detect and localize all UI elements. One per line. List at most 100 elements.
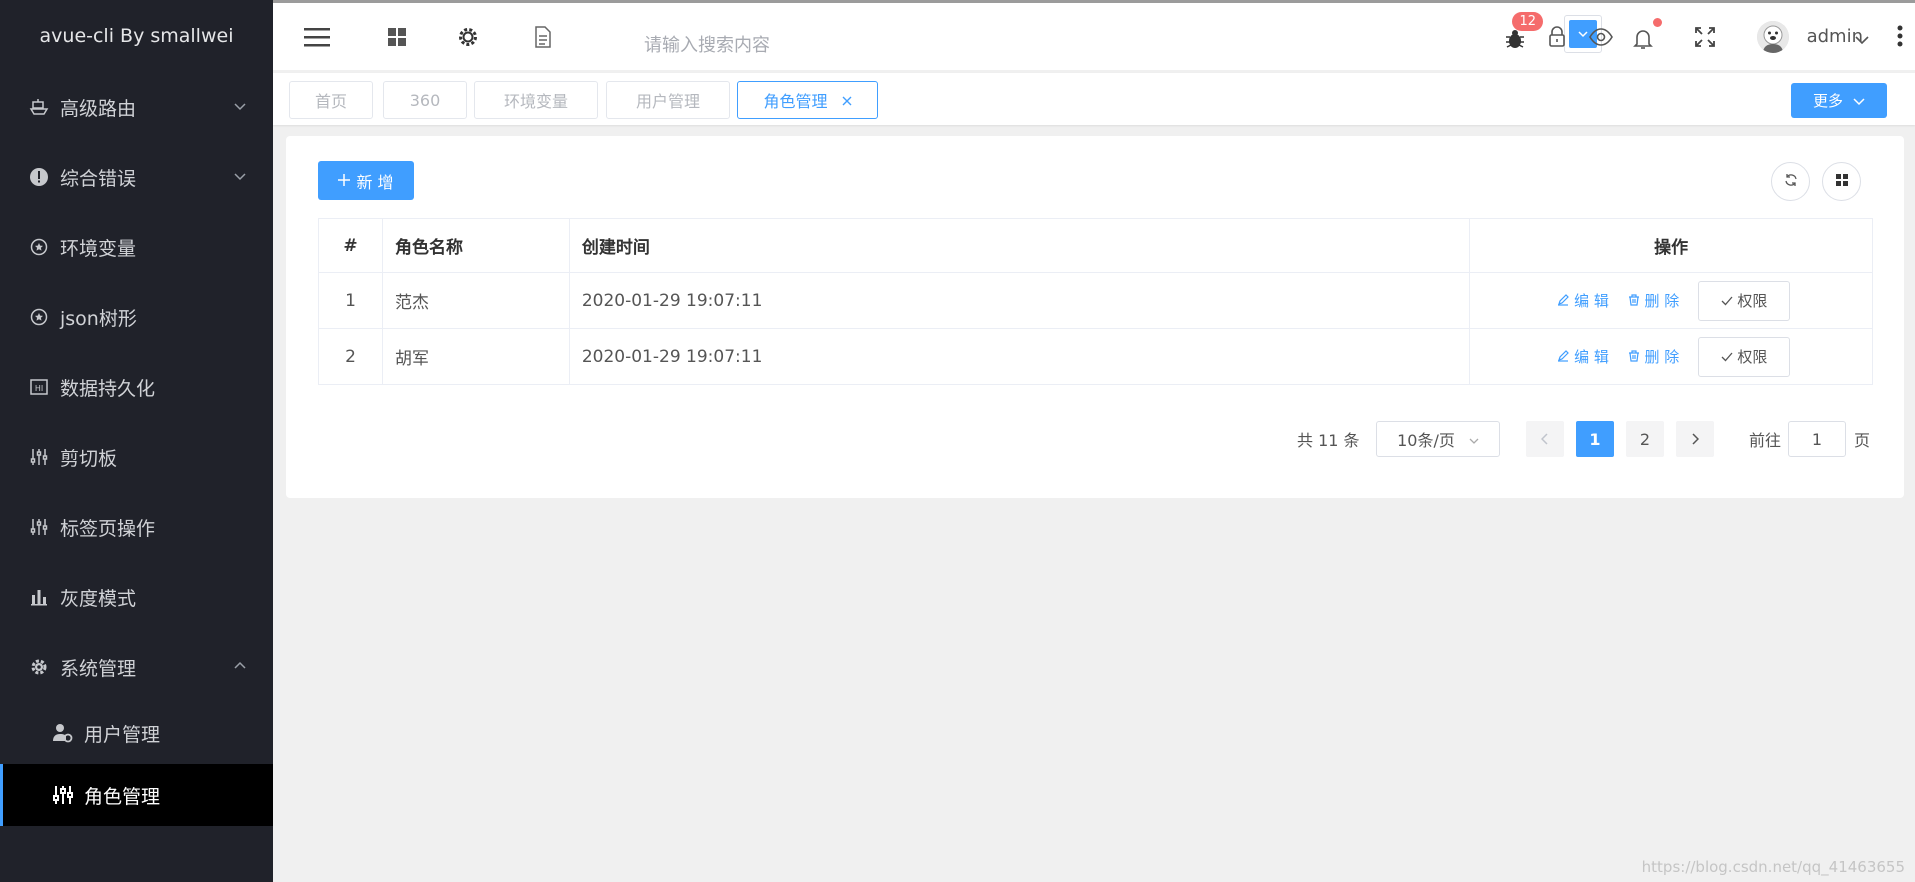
sliders-icon: [28, 516, 50, 538]
column-header-index: #: [318, 218, 383, 273]
table-row: 1 范杰 2020-01-29 19:07:11 编 辑 删 除 权限: [318, 272, 1873, 329]
trash-icon: [1628, 348, 1640, 366]
tab-role-management[interactable]: 角色管理: [737, 81, 878, 119]
sidebar-item-system[interactable]: 系统管理: [0, 632, 273, 702]
sidebar-item-label: 综合错误: [60, 167, 137, 190]
role-name: 胡军: [381, 328, 570, 385]
search-input[interactable]: 请输入搜索内容: [644, 31, 770, 57]
svg-text:HI: HI: [35, 384, 43, 393]
next-page-button[interactable]: [1676, 421, 1714, 457]
page-button-1[interactable]: 1: [1576, 421, 1614, 457]
avatar[interactable]: [1757, 21, 1789, 53]
sidebar-item-env[interactable]: 环境变量: [0, 212, 273, 282]
page-size-value: 10条/页: [1397, 431, 1455, 450]
table-header-row: # 角色名称 创建时间 操作: [318, 218, 1873, 273]
chevron-down-icon: [233, 166, 247, 188]
lock-icon[interactable]: [1543, 23, 1571, 51]
gear-icon: [28, 656, 50, 678]
goto-label: 前往: [1749, 431, 1782, 450]
eye-icon[interactable]: [1587, 23, 1615, 51]
fullscreen-icon[interactable]: [1691, 23, 1719, 51]
chevron-left-icon: [1540, 430, 1549, 449]
main-card: 新 增 # 角色名称 创建时间 操作 1 范杰 2020-01-29 19:07…: [286, 136, 1904, 498]
tab-label: 环境变量: [503, 92, 568, 111]
edit-label: 编 辑: [1574, 347, 1609, 366]
edit-icon: [1557, 292, 1570, 310]
pagination-total: 共 11 条: [1297, 431, 1360, 450]
sidebar-subitem-user-management[interactable]: 用户管理: [0, 702, 273, 764]
tab-360[interactable]: 360: [383, 81, 467, 119]
created-time: 2020-01-29 19:07:11: [568, 272, 1471, 329]
menu-toggle-icon[interactable]: [303, 23, 331, 51]
check-icon: [1721, 292, 1733, 310]
sidebar-item-label: 灰度模式: [60, 587, 137, 610]
grid-icon[interactable]: [383, 23, 411, 51]
sidebar-subitem-role-management[interactable]: 角色管理: [0, 764, 273, 826]
document-icon[interactable]: [529, 23, 557, 51]
tab-home[interactable]: 首页: [289, 81, 373, 119]
prev-page-button[interactable]: [1526, 421, 1564, 457]
notification-dot: [1653, 18, 1662, 27]
delete-button[interactable]: 删 除: [1628, 292, 1684, 310]
top-bar: 请输入搜索内容 12 admin: [273, 0, 1915, 70]
watermark: https://blog.csdn.net/qq_41463655: [1641, 858, 1905, 876]
grid-icon: [1835, 172, 1849, 192]
refresh-button[interactable]: [1771, 162, 1810, 201]
chevron-up-icon: [233, 656, 247, 678]
pagination: 共 11 条 10条/页 1 2 前往 1 页: [286, 421, 1904, 457]
edit-button[interactable]: 编 辑: [1557, 348, 1613, 366]
created-time: 2020-01-29 19:07:11: [568, 328, 1471, 385]
delete-label: 删 除: [1644, 347, 1680, 366]
app-logo: avue-cli By smallwei: [39, 25, 234, 47]
page-button-2[interactable]: 2: [1626, 421, 1664, 457]
page-unit-label: 页: [1854, 431, 1871, 450]
sidebar-item-clipboard[interactable]: 剪切板: [0, 422, 273, 492]
permission-button[interactable]: 权限: [1698, 280, 1790, 321]
column-header-name: 角色名称: [381, 218, 570, 273]
permission-button[interactable]: 权限: [1698, 336, 1790, 377]
row-index: 1: [318, 272, 383, 329]
sidebar-subitem-label: 用户管理: [84, 723, 161, 746]
sidebar-item-label: 高级路由: [60, 97, 137, 120]
sidebar-item-advanced-routing[interactable]: 高级路由: [0, 72, 273, 142]
sidebar-item-persistence[interactable]: HI 数据持久化: [0, 352, 273, 422]
more-button[interactable]: 更多: [1791, 83, 1887, 118]
chevron-down-icon: [233, 96, 247, 118]
sidebar-item-errors[interactable]: 综合错误: [0, 142, 273, 212]
add-button[interactable]: 新 增: [318, 161, 414, 200]
delete-button[interactable]: 删 除: [1628, 348, 1684, 366]
sidebar-item-tab-ops[interactable]: 标签页操作: [0, 492, 273, 562]
row-actions: 编 辑 删 除 权限: [1469, 272, 1873, 329]
page-size-select[interactable]: 10条/页: [1376, 421, 1500, 457]
bell-icon[interactable]: [1629, 25, 1657, 53]
tab-label: 角色管理: [763, 92, 828, 111]
sidebar-item-gray-mode[interactable]: 灰度模式: [0, 562, 273, 632]
chevron-down-icon: [1853, 92, 1865, 110]
theme-gear-icon[interactable]: [454, 23, 482, 51]
permission-label: 权限: [1737, 347, 1768, 366]
sliders-icon: [28, 446, 50, 468]
chevron-down-icon: [1469, 430, 1479, 449]
chevron-right-icon: [1691, 430, 1700, 449]
more-vertical-icon[interactable]: [1897, 25, 1903, 52]
trash-icon: [1628, 292, 1640, 310]
role-table: # 角色名称 创建时间 操作 1 范杰 2020-01-29 19:07:11 …: [318, 218, 1873, 385]
refresh-icon: [1784, 172, 1798, 192]
tab-label: 用户管理: [635, 92, 700, 111]
tab-user-management[interactable]: 用户管理: [606, 81, 730, 119]
sidebar-item-json-tree[interactable]: json树形: [0, 282, 273, 352]
columns-button[interactable]: [1822, 162, 1861, 201]
row-actions: 编 辑 删 除 权限: [1469, 328, 1873, 385]
tab-env[interactable]: 环境变量: [474, 81, 598, 119]
chevron-down-icon[interactable]: [1855, 31, 1869, 51]
table-row: 2 胡军 2020-01-29 19:07:11 编 辑 删 除 权限: [318, 328, 1873, 385]
permission-label: 权限: [1737, 291, 1768, 310]
sidebar: avue-cli By smallwei 高级路由 综合错误 环境变量 json…: [0, 0, 273, 882]
bar-chart-icon: [28, 586, 50, 608]
star-circle-icon: [28, 236, 50, 258]
close-icon[interactable]: [842, 91, 852, 110]
warning-icon: [28, 166, 50, 188]
goto-page-input[interactable]: 1: [1788, 421, 1846, 457]
sidebar-item-label: 数据持久化: [60, 377, 156, 400]
edit-button[interactable]: 编 辑: [1557, 292, 1613, 310]
